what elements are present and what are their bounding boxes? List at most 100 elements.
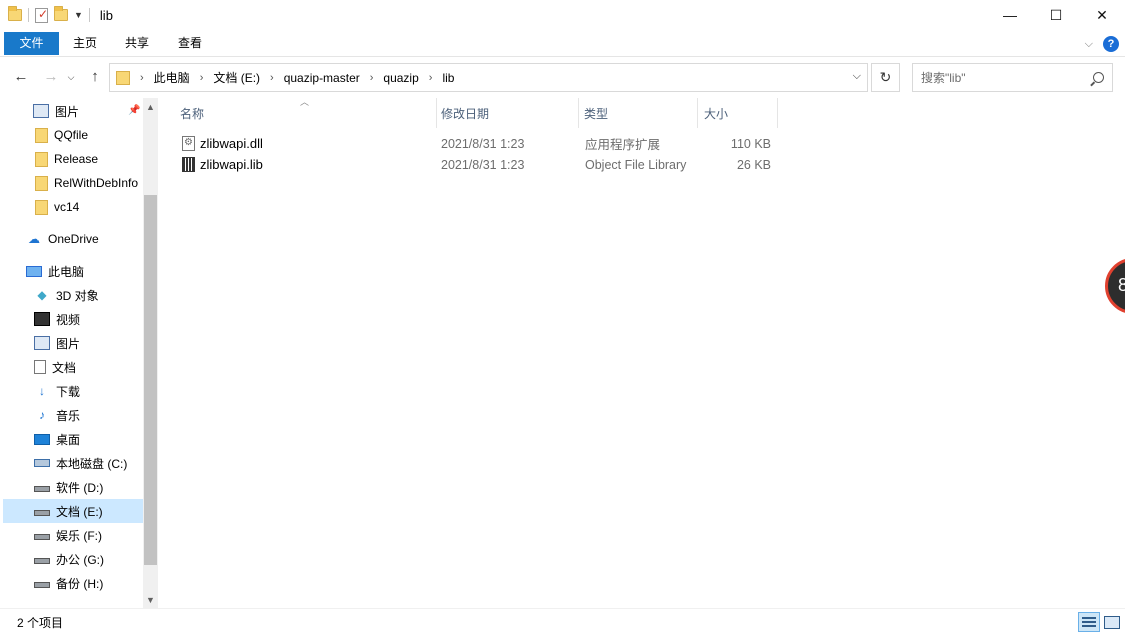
nav-item-drive-c[interactable]: 本地磁盘 (C:) [34, 451, 158, 475]
nav-item-label: 3D 对象 [56, 288, 99, 303]
pin-icon[interactable]: 📌 [128, 105, 140, 116]
scroll-up-arrow-icon[interactable]: ▲ [143, 100, 158, 115]
nav-item-drive-g[interactable]: 办公 (G:) [34, 547, 158, 571]
file-date: 2021/8/31 1:23 [441, 136, 525, 151]
nav-item-label: OneDrive [48, 232, 99, 246]
nav-item-label: 文档 [52, 360, 77, 375]
nav-item-pictures[interactable]: 图片 [34, 331, 158, 355]
divider [88, 8, 90, 22]
item-count: 2 个项目 [17, 616, 64, 630]
chevron-right-icon[interactable]: › [200, 72, 204, 84]
drive-icon [34, 558, 50, 564]
drive-icon [34, 582, 50, 588]
column-header-size[interactable]: 大小 [698, 98, 778, 128]
nav-item-documents[interactable]: 文档 [34, 355, 158, 379]
new-folder-icon[interactable] [54, 6, 68, 21]
nav-item-desktop[interactable]: 桌面 [34, 427, 158, 451]
pictures-icon [34, 336, 50, 350]
tab-view[interactable]: 查看 [167, 32, 213, 55]
column-header-name[interactable]: 名称 [174, 98, 437, 128]
system-drive-icon [34, 459, 50, 467]
nav-item-label: 办公 (G:) [56, 552, 104, 567]
search-input[interactable] [921, 70, 1081, 85]
nav-pane-scrollbar[interactable]: ▲ ▼ [143, 98, 158, 608]
folder-icon [35, 175, 48, 191]
expand-ribbon-chevron-icon[interactable]: ⌵ [1085, 38, 1093, 51]
videos-icon [34, 312, 50, 326]
divider [28, 8, 29, 22]
close-button[interactable]: ✕ [1079, 0, 1125, 30]
nav-item-music[interactable]: ♪ 音乐 [34, 403, 158, 427]
3d-objects-icon: ◆ [37, 288, 47, 302]
scrollbar-thumb[interactable] [144, 195, 157, 565]
file-name: zlibwapi.dll [200, 136, 263, 151]
nav-item-downloads[interactable]: ↓ 下载 [34, 379, 158, 403]
nav-item-videos[interactable]: 视频 [34, 307, 158, 331]
nav-item-drive-f[interactable]: 娱乐 (F:) [34, 523, 158, 547]
nav-item-this-pc[interactable]: 此电脑 [26, 259, 158, 283]
search-box[interactable] [912, 63, 1113, 92]
folder-icon [35, 151, 48, 167]
address-history-dropdown[interactable]: ⌵ [853, 70, 861, 83]
back-button[interactable]: ← [10, 66, 32, 88]
table-row[interactable]: zlibwapi.dll 2021/8/31 1:23 应用程序扩展 110 K… [176, 133, 776, 154]
column-header-type[interactable]: 类型 [578, 98, 698, 128]
table-row[interactable]: zlibwapi.lib 2021/8/31 1:23 Object File … [176, 154, 776, 175]
nav-item-label: 本地磁盘 (C:) [56, 456, 128, 471]
breadcrumb-lib[interactable]: lib [442, 71, 454, 85]
breadcrumb-quazip-master[interactable]: quazip-master [284, 71, 360, 85]
column-header-date[interactable]: 修改日期 [435, 98, 579, 128]
breadcrumb-quazip[interactable]: quazip [383, 71, 418, 85]
forward-button[interactable]: → [40, 66, 62, 88]
nav-item-label: Release [54, 152, 99, 166]
tab-file[interactable]: 文件 [4, 32, 59, 55]
nav-item-drive-d[interactable]: 软件 (D:) [34, 475, 158, 499]
up-button[interactable]: ↑ [84, 66, 106, 88]
chevron-right-icon[interactable]: › [429, 72, 433, 84]
window-title: lib [99, 7, 113, 23]
folder-icon [35, 127, 48, 143]
nav-item-drive-h[interactable]: 备份 (H:) [34, 571, 158, 595]
nav-item-label: RelWithDebInfo [54, 176, 139, 190]
chevron-right-icon[interactable]: › [270, 72, 274, 84]
chevron-right-icon[interactable]: › [370, 72, 374, 84]
properties-icon[interactable] [35, 7, 48, 23]
breadcrumb-drive-e[interactable]: 文档 (E:) [213, 69, 260, 86]
this-pc-icon [26, 265, 42, 277]
nav-item-relwithdebinfo[interactable]: RelWithDebInfo [35, 171, 143, 195]
large-icons-view-button[interactable] [1101, 612, 1123, 632]
navigation-pane: 图片 📌 QQfile Release RelWithDebInfo vc14 … [0, 98, 158, 608]
minimize-button[interactable]: — [987, 0, 1033, 30]
recent-locations-chevron-icon[interactable]: ⌵ [60, 66, 82, 88]
nav-item-label: 备份 (H:) [56, 576, 104, 591]
details-view-button[interactable] [1078, 612, 1100, 632]
window-controls: — ☐ ✕ [987, 0, 1125, 30]
nav-item-label: 视频 [56, 312, 81, 327]
music-icon: ♪ [39, 408, 45, 422]
nav-item-release[interactable]: Release [35, 147, 158, 171]
tab-share[interactable]: 共享 [114, 32, 160, 55]
search-icon[interactable] [1093, 72, 1104, 83]
nav-item-onedrive[interactable]: ☁ OneDrive [26, 227, 158, 251]
tab-home[interactable]: 主页 [62, 32, 108, 55]
nav-item-drive-e[interactable]: 文档 (E:) [3, 499, 143, 523]
breadcrumb-this-pc[interactable]: 此电脑 [154, 69, 190, 86]
nav-item-3d-objects[interactable]: ◆ 3D 对象 [34, 283, 158, 307]
nav-item-label: 娱乐 (F:) [56, 528, 102, 543]
nav-item-label: 文档 (E:) [56, 504, 103, 519]
help-icon[interactable]: ? [1103, 36, 1119, 52]
address-bar[interactable]: › 此电脑 › 文档 (E:) › quazip-master › quazip… [109, 63, 868, 92]
nav-item-label: 此电脑 [48, 264, 85, 279]
desktop-icon [34, 433, 50, 445]
nav-item-label: 音乐 [56, 408, 81, 423]
customize-toolbar-dropdown[interactable]: ▼ [74, 10, 83, 20]
scroll-down-arrow-icon[interactable]: ▼ [143, 593, 158, 608]
maximize-button[interactable]: ☐ [1033, 0, 1079, 30]
drive-icon [34, 486, 50, 492]
nav-item-label: QQfile [54, 128, 89, 142]
status-bar: 2 个项目 [0, 608, 1125, 635]
nav-item-vc14[interactable]: vc14 [35, 195, 158, 219]
refresh-button[interactable]: ↻ [871, 63, 900, 92]
nav-item-qqfile[interactable]: QQfile [35, 123, 158, 147]
file-size: 110 KB [730, 136, 771, 151]
